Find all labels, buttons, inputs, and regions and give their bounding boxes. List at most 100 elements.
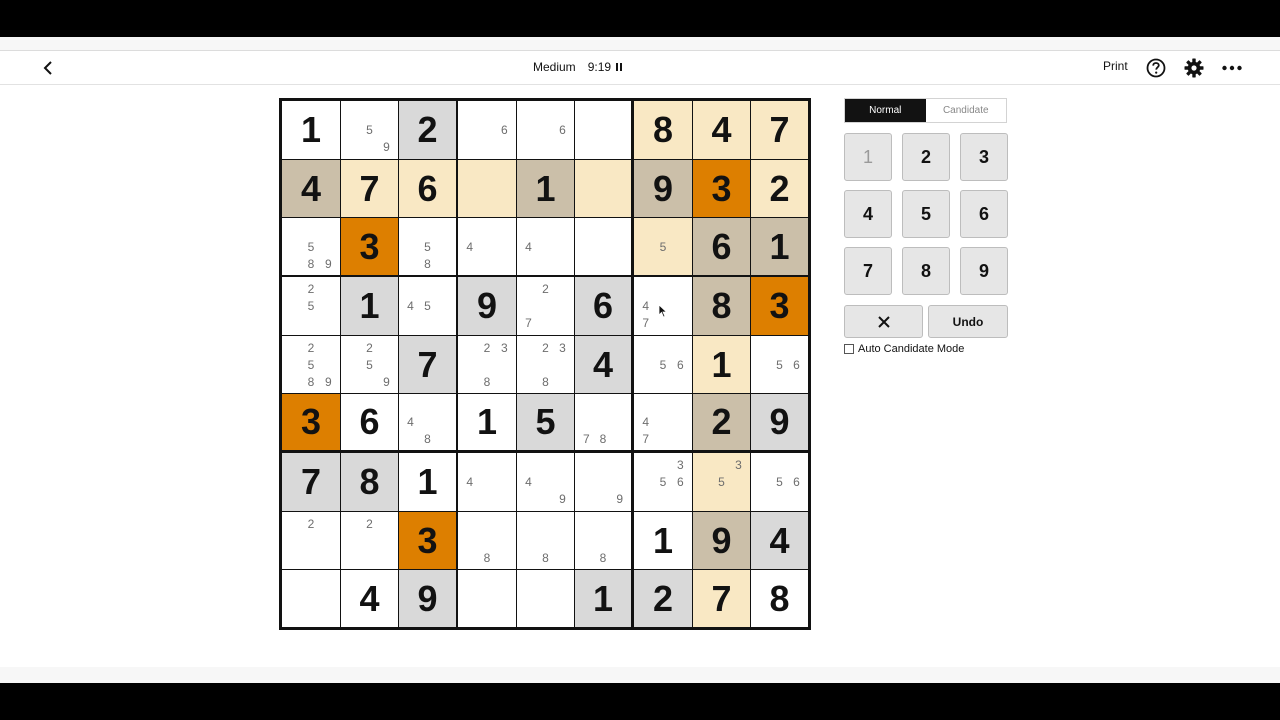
cell-r4c2[interactable]: 1 <box>341 277 398 335</box>
cell-r5c8[interactable]: 1 <box>693 336 750 393</box>
cell-r4c3[interactable]: 45 <box>399 277 456 335</box>
cell-r8c5[interactable]: 8 <box>517 512 574 569</box>
cell-r3c4[interactable]: 4 <box>458 218 516 275</box>
undo-button[interactable]: Undo <box>928 305 1008 338</box>
cell-r2c5[interactable]: 1 <box>517 160 574 217</box>
cell-r7c7[interactable]: 356 <box>634 453 692 511</box>
cell-r9c3[interactable]: 9 <box>399 570 456 627</box>
cell-r2c4[interactable] <box>458 160 516 217</box>
cell-r4c4[interactable]: 9 <box>458 277 516 335</box>
cell-r3c7[interactable]: 5 <box>634 218 692 275</box>
cell-r6c8[interactable]: 2 <box>693 394 750 450</box>
cell-r5c5[interactable]: 23 8 <box>517 336 574 393</box>
cell-r8c7[interactable]: 1 <box>634 512 692 569</box>
cell-r3c3[interactable]: 58 <box>399 218 456 275</box>
cell-r9c1[interactable] <box>282 570 340 627</box>
cell-r8c2[interactable]: 2 <box>341 512 398 569</box>
cell-r4c5[interactable]: 27 <box>517 277 574 335</box>
cell-r8c6[interactable]: 8 <box>575 512 631 569</box>
cell-r7c1[interactable]: 7 <box>282 453 340 511</box>
cell-r6c4[interactable]: 1 <box>458 394 516 450</box>
cell-r8c3[interactable]: 3 <box>399 512 456 569</box>
number-key-4[interactable]: 4 <box>844 190 892 238</box>
print-button[interactable]: Print <box>1103 59 1128 73</box>
cell-r2c9[interactable]: 2 <box>751 160 808 217</box>
cell-r6c2[interactable]: 6 <box>341 394 398 450</box>
cell-r6c5[interactable]: 5 <box>517 394 574 450</box>
cell-r9c4[interactable] <box>458 570 516 627</box>
cell-r3c8[interactable]: 6 <box>693 218 750 275</box>
cell-r1c4[interactable]: 6 <box>458 101 516 159</box>
cell-r5c9[interactable]: 56 <box>751 336 808 393</box>
number-key-1[interactable]: 1 <box>844 133 892 181</box>
cell-r8c8[interactable]: 9 <box>693 512 750 569</box>
cell-r1c1[interactable]: 1 <box>282 101 340 159</box>
cell-r7c9[interactable]: 56 <box>751 453 808 511</box>
cell-r5c1[interactable]: 2 5 89 <box>282 336 340 393</box>
mode-normal-button[interactable]: Normal <box>845 99 926 122</box>
cell-r9c6[interactable]: 1 <box>575 570 631 627</box>
cell-r2c1[interactable]: 4 <box>282 160 340 217</box>
cell-r6c6[interactable]: 78 <box>575 394 631 450</box>
cell-r3c1[interactable]: 5 89 <box>282 218 340 275</box>
cell-r6c7[interactable]: 47 <box>634 394 692 450</box>
cell-r1c3[interactable]: 2 <box>399 101 456 159</box>
cell-r9c7[interactable]: 2 <box>634 570 692 627</box>
cell-r6c1[interactable]: 3 <box>282 394 340 450</box>
cell-r5c2[interactable]: 2 59 <box>341 336 398 393</box>
gear-icon[interactable] <box>1183 57 1205 79</box>
cell-r2c2[interactable]: 7 <box>341 160 398 217</box>
cell-r2c8[interactable]: 3 <box>693 160 750 217</box>
number-key-9[interactable]: 9 <box>960 247 1008 295</box>
cell-r8c9[interactable]: 4 <box>751 512 808 569</box>
cell-r4c6[interactable]: 6 <box>575 277 631 335</box>
mode-candidate-button[interactable]: Candidate <box>925 99 1006 122</box>
cell-r3c6[interactable] <box>575 218 631 275</box>
cell-r5c3[interactable]: 7 <box>399 336 456 393</box>
cell-r7c8[interactable]: 35 <box>693 453 750 511</box>
cell-r4c8[interactable]: 8 <box>693 277 750 335</box>
cell-r2c7[interactable]: 9 <box>634 160 692 217</box>
cell-r7c3[interactable]: 1 <box>399 453 456 511</box>
cell-r5c4[interactable]: 23 8 <box>458 336 516 393</box>
cell-r6c3[interactable]: 48 <box>399 394 456 450</box>
cell-r1c7[interactable]: 8 <box>634 101 692 159</box>
cell-r9c9[interactable]: 8 <box>751 570 808 627</box>
cell-r6c9[interactable]: 9 <box>751 394 808 450</box>
cell-r1c5[interactable]: 6 <box>517 101 574 159</box>
back-arrow-icon[interactable] <box>38 57 60 79</box>
cell-r2c6[interactable] <box>575 160 631 217</box>
number-key-7[interactable]: 7 <box>844 247 892 295</box>
erase-button[interactable] <box>844 305 923 338</box>
cell-r1c8[interactable]: 4 <box>693 101 750 159</box>
cell-r7c6[interactable]: 9 <box>575 453 631 511</box>
cell-r7c5[interactable]: 49 <box>517 453 574 511</box>
cell-r3c2[interactable]: 3 <box>341 218 398 275</box>
cell-r1c9[interactable]: 7 <box>751 101 808 159</box>
help-icon[interactable] <box>1145 57 1167 79</box>
number-key-2[interactable]: 2 <box>902 133 950 181</box>
cell-r4c9[interactable]: 3 <box>751 277 808 335</box>
number-key-3[interactable]: 3 <box>960 133 1008 181</box>
cell-r7c4[interactable]: 4 <box>458 453 516 511</box>
cell-r9c8[interactable]: 7 <box>693 570 750 627</box>
cell-r3c9[interactable]: 1 <box>751 218 808 275</box>
number-key-5[interactable]: 5 <box>902 190 950 238</box>
cell-r2c3[interactable]: 6 <box>399 160 456 217</box>
cell-r9c2[interactable]: 4 <box>341 570 398 627</box>
cell-r4c1[interactable]: 25 <box>282 277 340 335</box>
number-key-6[interactable]: 6 <box>960 190 1008 238</box>
more-icon[interactable] <box>1221 57 1243 79</box>
cell-r8c1[interactable]: 2 <box>282 512 340 569</box>
cell-r5c6[interactable]: 4 <box>575 336 631 393</box>
cell-r1c6[interactable] <box>575 101 631 159</box>
cell-r1c2[interactable]: 59 <box>341 101 398 159</box>
auto-candidate-checkbox[interactable] <box>844 344 854 354</box>
cell-r3c5[interactable]: 4 <box>517 218 574 275</box>
cell-r8c4[interactable]: 8 <box>458 512 516 569</box>
cell-r5c7[interactable]: 56 <box>634 336 692 393</box>
number-key-8[interactable]: 8 <box>902 247 950 295</box>
pause-icon[interactable] <box>615 62 624 72</box>
cell-r7c2[interactable]: 8 <box>341 453 398 511</box>
cell-r9c5[interactable] <box>517 570 574 627</box>
